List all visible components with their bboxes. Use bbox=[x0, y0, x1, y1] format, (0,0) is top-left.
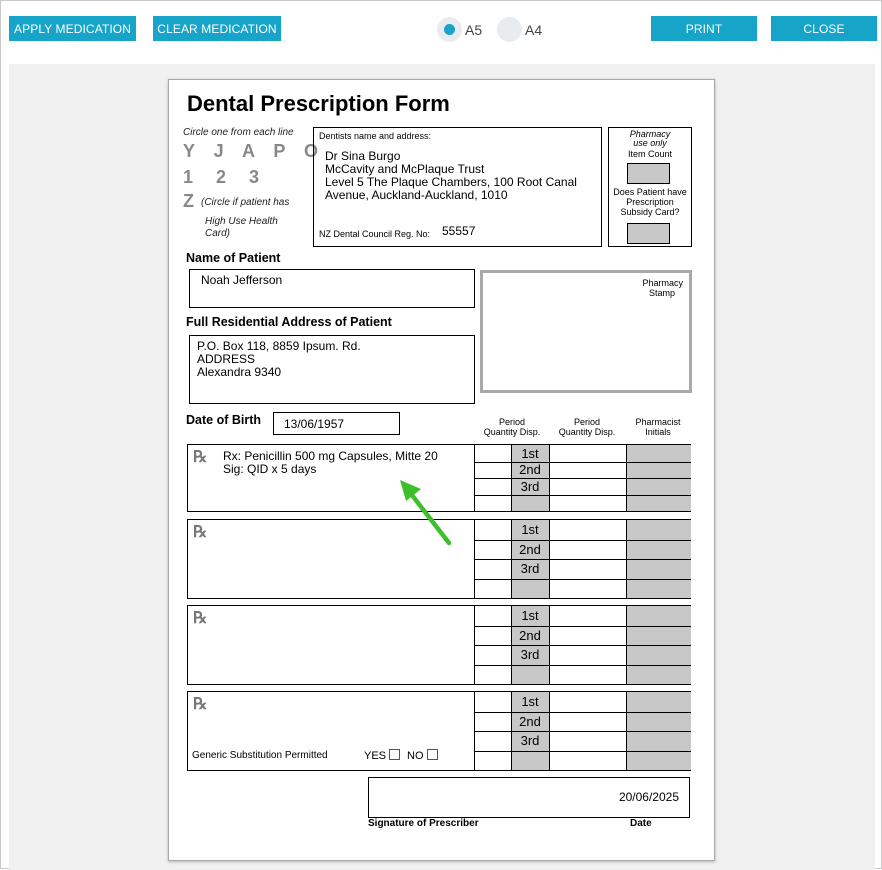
dob-label: Date of Birth bbox=[186, 413, 261, 427]
high-use-note-2: High Use Health bbox=[205, 216, 278, 227]
yes-label: YES bbox=[364, 750, 387, 762]
subsidy-question-3: Subsidy Card? bbox=[620, 207, 680, 217]
dentist-address-2: Avenue, Auckland-Auckland, 1010 bbox=[325, 188, 508, 202]
size-option-label: A5 bbox=[465, 21, 483, 38]
grid-row-line bbox=[475, 495, 691, 496]
rx-block: ℞ 1st 2nd 3rd bbox=[187, 605, 691, 685]
close-button[interactable]: CLOSE bbox=[771, 16, 877, 41]
ordinal-label: 3rd bbox=[520, 561, 540, 576]
grid-row-line bbox=[475, 559, 691, 560]
grid-row-line bbox=[475, 579, 691, 580]
col-period-1: Period bbox=[498, 417, 525, 427]
pharmacy-stamp-label-2: Stamp bbox=[648, 288, 675, 298]
grid-row-line bbox=[475, 645, 691, 646]
dentist-heading: Dentists name and address: bbox=[319, 131, 432, 141]
no-checkbox[interactable] bbox=[426, 749, 438, 760]
size-option-label: A4 bbox=[525, 21, 543, 38]
prescription-window: APPLY MEDICATION CLEAR MEDICATION A5 A4 … bbox=[0, 0, 882, 870]
ordinal-label: 2nd bbox=[519, 714, 541, 729]
col-pharmacist-2: Initials bbox=[645, 427, 671, 437]
ordinal-label: 3rd bbox=[520, 479, 540, 494]
ordinal-label: 1st bbox=[521, 694, 539, 709]
patient-name-value: Noah Jefferson bbox=[201, 273, 283, 287]
ordinal-label: 2nd bbox=[519, 628, 541, 643]
ordinal-label: 3rd bbox=[520, 647, 540, 662]
subsidy-question-1: Does Patient have bbox=[613, 187, 687, 197]
grid-row-line bbox=[475, 478, 691, 479]
dispense-grid: 1st 2nd 3rd bbox=[475, 520, 691, 598]
reg-label: NZ Dental Council Reg. No: bbox=[319, 229, 431, 239]
radio-unselected-icon[interactable] bbox=[497, 17, 522, 42]
ordinal-label: 1st bbox=[521, 608, 539, 623]
circle-line-2: 1 2 3 bbox=[183, 167, 269, 187]
rx-icon: ℞ bbox=[193, 522, 208, 541]
print-button[interactable]: PRINT bbox=[651, 16, 757, 41]
generic-substitution-label: Generic Substitution Permitted bbox=[192, 750, 328, 761]
size-option-a4[interactable]: A4 bbox=[497, 16, 542, 43]
pharmacy-stamp-label-1: Pharmacy bbox=[642, 278, 683, 288]
item-count-field bbox=[627, 163, 670, 184]
ordinal-label: 3rd bbox=[520, 733, 540, 748]
grid-row-line bbox=[475, 665, 691, 666]
rx-text-line-2: Sig: QID x 5 days bbox=[223, 462, 317, 476]
form-title: Dental Prescription Form bbox=[187, 91, 450, 116]
generic-no-option[interactable]: NO bbox=[407, 749, 438, 762]
generic-yes-option[interactable]: YES bbox=[364, 749, 401, 762]
ordinal-label: 2nd bbox=[519, 542, 541, 557]
col-period-2: Period bbox=[573, 417, 600, 427]
ordinal-label: 1st bbox=[521, 446, 539, 461]
address-field: P.O. Box 118, 8859 Ipsum. Rd. ADDRESS Al… bbox=[189, 335, 475, 404]
circle-line-1: Y J A P O bbox=[183, 141, 326, 161]
grid-row-line bbox=[475, 731, 691, 732]
rx-icon: ℞ bbox=[193, 447, 208, 466]
signature-date: 20/06/2025 bbox=[618, 790, 679, 804]
circle-instruction: Circle one from each line bbox=[183, 127, 294, 138]
signature-box: 20/06/2025 bbox=[368, 777, 690, 818]
dob-value: 13/06/1957 bbox=[284, 417, 345, 431]
subsidy-question-2: Prescription bbox=[626, 197, 674, 207]
yes-checkbox[interactable] bbox=[389, 749, 401, 760]
ordinal-label: 2nd bbox=[519, 462, 541, 477]
high-use-note: (Circle if patient has bbox=[201, 197, 290, 208]
address-line-3: Alexandra 9340 bbox=[197, 365, 282, 379]
dispense-grid: 1st 2nd 3rd bbox=[475, 692, 691, 770]
apply-medication-button[interactable]: APPLY MEDICATION bbox=[9, 16, 136, 41]
patient-name-label: Name of Patient bbox=[186, 251, 281, 265]
item-count-label: Item Count bbox=[627, 149, 673, 159]
radio-selected-icon[interactable] bbox=[437, 17, 462, 42]
reg-number: 55557 bbox=[442, 224, 476, 238]
patient-name-field: Noah Jefferson bbox=[189, 269, 475, 308]
circle-line-3: Z bbox=[183, 191, 201, 211]
address-label: Full Residential Address of Patient bbox=[186, 315, 392, 329]
green-arrow-icon bbox=[400, 480, 452, 546]
no-label: NO bbox=[407, 750, 424, 762]
col-qty-2: Quantity Disp. bbox=[558, 427, 616, 437]
dispense-grid: 1st 2nd 3rd bbox=[475, 445, 691, 511]
pharmacy-use-heading-2: use only bbox=[633, 138, 667, 148]
dentist-box: Dentists name and address: Dr Sina Burgo… bbox=[313, 127, 602, 247]
grid-row-line bbox=[475, 626, 691, 627]
rx-icon: ℞ bbox=[193, 608, 208, 627]
ordinal-label: 1st bbox=[521, 522, 539, 537]
dob-field: 13/06/1957 bbox=[273, 412, 400, 435]
grid-row-line bbox=[475, 540, 691, 541]
grid-row-line bbox=[475, 712, 691, 713]
date-label: Date bbox=[630, 818, 652, 829]
high-use-note-3: Card) bbox=[205, 228, 231, 239]
prescription-paper: Dental Prescription Form Circle one from… bbox=[168, 79, 715, 861]
signature-label: Signature of Prescriber bbox=[368, 818, 479, 829]
size-option-a5[interactable]: A5 bbox=[437, 16, 482, 43]
col-pharmacist-1: Pharmacist bbox=[635, 417, 681, 427]
rx-icon: ℞ bbox=[193, 694, 208, 713]
col-qty-1: Quantity Disp. bbox=[483, 427, 541, 437]
pharmacy-use-box: Pharmacy use only Item Count Does Patien… bbox=[608, 127, 692, 247]
grid-row-line bbox=[475, 751, 691, 752]
dispense-grid: 1st 2nd 3rd bbox=[475, 606, 691, 684]
grid-row-line bbox=[475, 462, 691, 463]
subsidy-field bbox=[627, 223, 670, 244]
pharmacy-stamp-box: Pharmacy Stamp bbox=[480, 270, 692, 393]
clear-medication-button[interactable]: CLEAR MEDICATION bbox=[153, 16, 281, 41]
